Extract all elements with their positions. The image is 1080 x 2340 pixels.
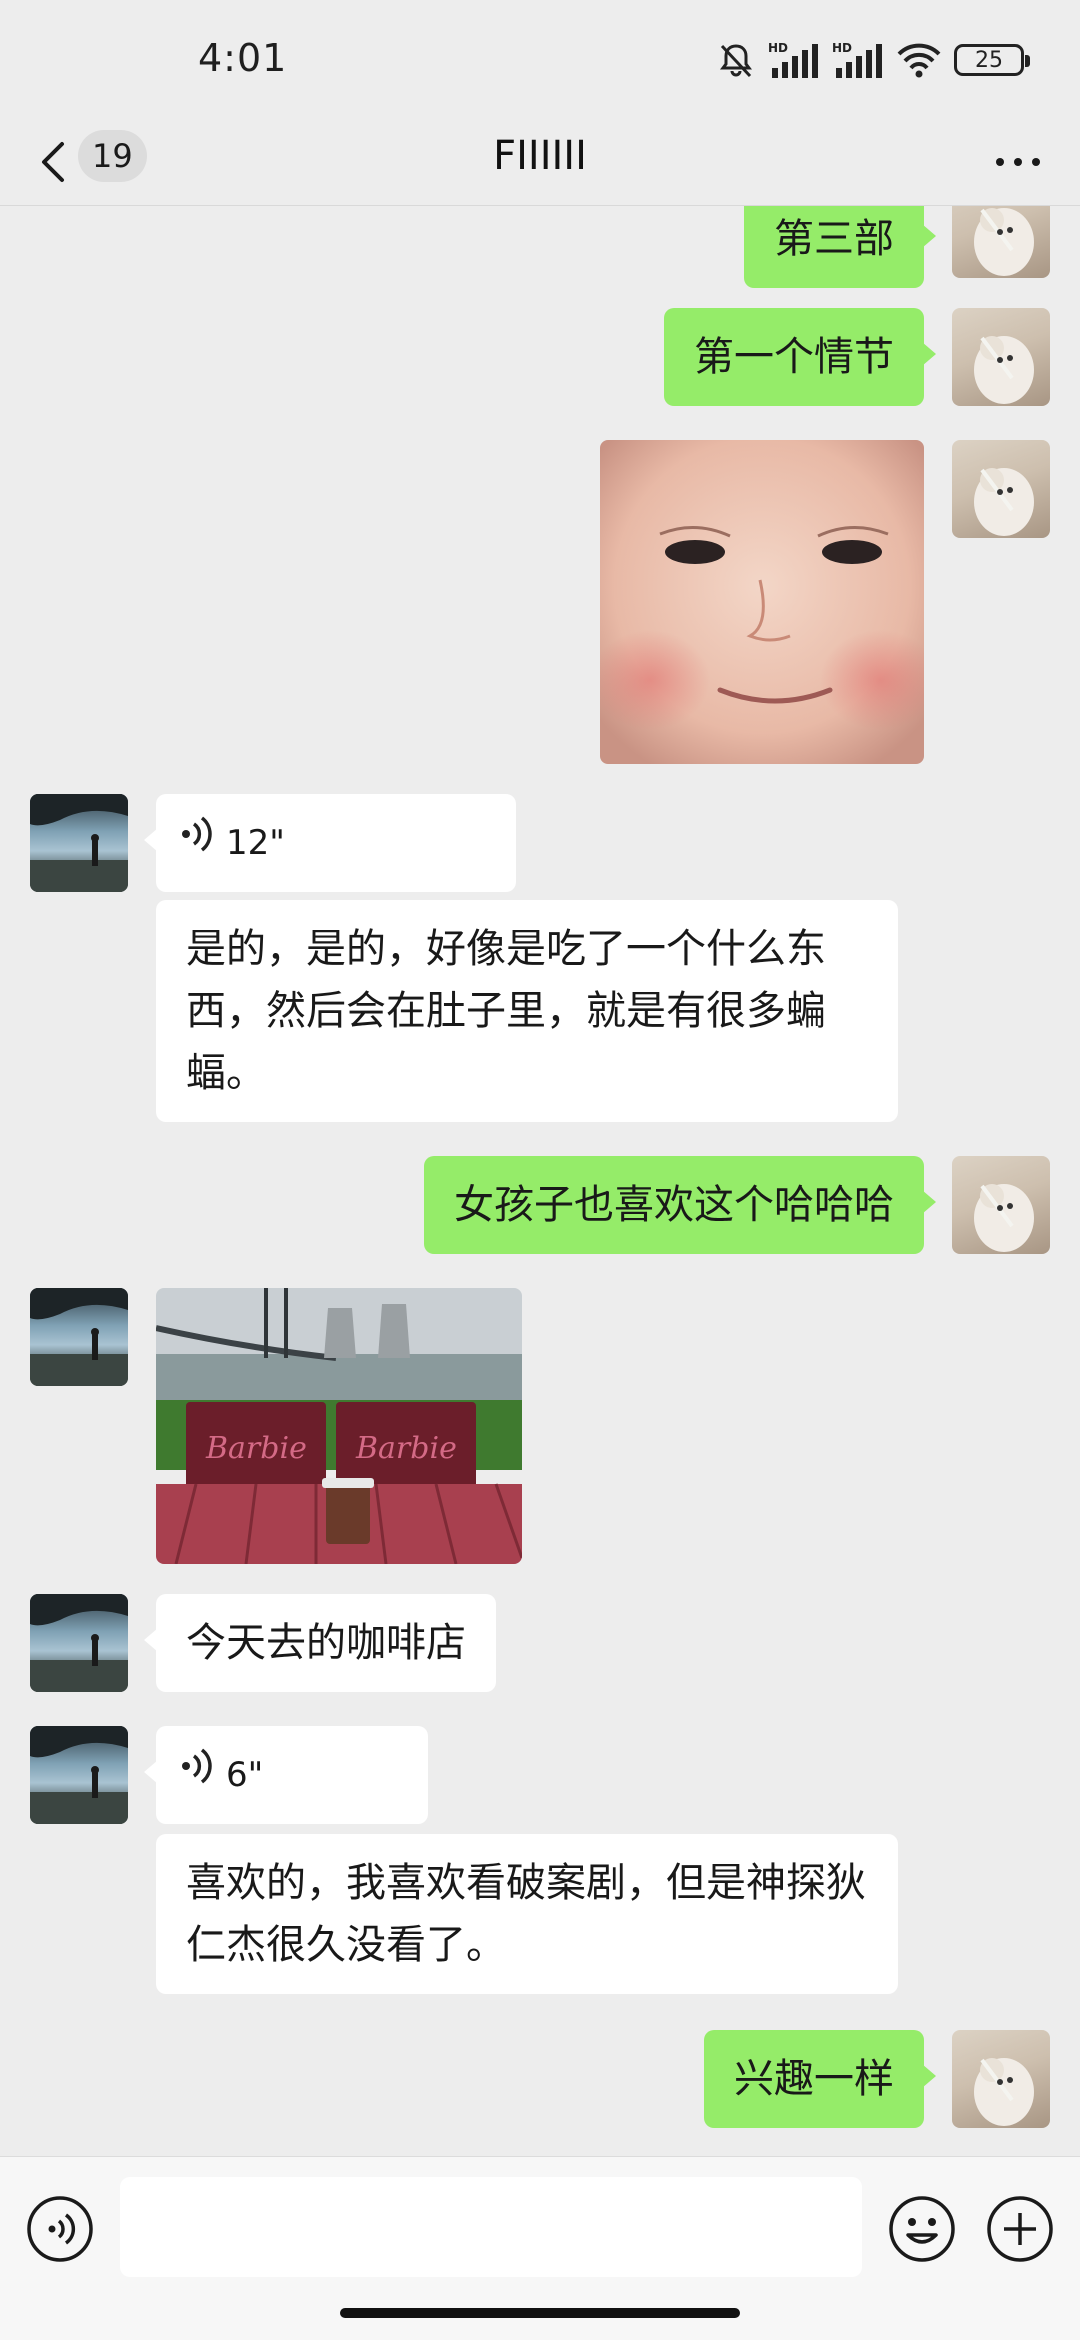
avatar[interactable] xyxy=(30,1288,128,1386)
wifi-icon xyxy=(896,40,942,80)
message-text: 兴趣一样 xyxy=(734,2056,894,2102)
hd-signal-icon: HD xyxy=(832,40,884,80)
voice-message[interactable]: 6" xyxy=(144,1726,428,1824)
chat-header: 19 FIIIIII xyxy=(0,118,1080,206)
back-icon[interactable] xyxy=(34,128,74,192)
message-text: 女孩子也喜欢这个哈哈哈 xyxy=(454,1182,894,1228)
status-time: 4:01 xyxy=(198,36,288,80)
cafe-photo[interactable]: Barbie Barbie xyxy=(156,1288,522,1564)
voice-duration: 6" xyxy=(226,1755,264,1795)
status-bar: 4:01 HD HD 25 xyxy=(0,0,1080,118)
message-bubble-sent[interactable]: 女孩子也喜欢这个哈哈哈 xyxy=(424,1156,936,1254)
unread-count-badge[interactable]: 19 xyxy=(78,130,147,182)
status-icons: HD HD 25 xyxy=(716,36,1030,84)
message-bubble-received[interactable]: 是的，是的，好像是吃了一个什么东西，然后会在肚子里，就是有很多蝙蝠。 xyxy=(156,900,898,1122)
avatar[interactable] xyxy=(952,440,1050,538)
svg-text:Barbie: Barbie xyxy=(355,1431,457,1466)
voice-icon xyxy=(180,1744,214,1806)
chat-title: FIIIIII xyxy=(493,133,587,179)
message-input[interactable] xyxy=(120,2177,862,2277)
avatar[interactable] xyxy=(952,308,1050,406)
home-indicator[interactable] xyxy=(340,2308,740,2318)
message-text: 第一个情节 xyxy=(694,334,894,380)
message-text: 今天去的咖啡店 xyxy=(186,1620,466,1666)
message-bubble-sent[interactable]: 兴趣一样 xyxy=(704,2030,936,2128)
voice-message[interactable]: 12" xyxy=(144,794,516,892)
hd-signal-icon: HD xyxy=(768,40,820,80)
voice-duration: 12" xyxy=(226,823,285,863)
message-bubble-sent[interactable]: 第三部 xyxy=(744,206,936,288)
message-list[interactable]: 第三部 第一个情节 12" 是的，是的，好像是吃了一个什么东西，然后会在肚子里，… xyxy=(0,206,1080,2156)
plus-icon[interactable] xyxy=(986,2195,1054,2267)
message-bubble-sent[interactable]: 第一个情节 xyxy=(664,308,936,406)
avatar[interactable] xyxy=(952,2030,1050,2128)
avatar[interactable] xyxy=(30,1726,128,1824)
svg-text:Barbie: Barbie xyxy=(205,1431,307,1466)
battery-icon: 25 xyxy=(954,44,1030,76)
more-icon[interactable] xyxy=(988,132,1048,182)
voice-icon xyxy=(180,812,214,874)
svg-text:HD: HD xyxy=(832,41,852,55)
mute-icon xyxy=(716,40,756,80)
baby-face-sticker[interactable] xyxy=(600,440,924,764)
avatar[interactable] xyxy=(30,794,128,892)
message-text: 是的，是的，好像是吃了一个什么东西，然后会在肚子里，就是有很多蝙蝠。 xyxy=(186,926,826,1096)
svg-text:HD: HD xyxy=(768,41,788,55)
message-bubble-received[interactable]: 今天去的咖啡店 xyxy=(144,1594,496,1692)
voice-input-icon[interactable] xyxy=(26,2195,94,2267)
message-text: 喜欢的，我喜欢看破案剧，但是神探狄仁杰很久没看了。 xyxy=(186,1860,866,1968)
avatar[interactable] xyxy=(952,206,1050,278)
avatar[interactable] xyxy=(952,1156,1050,1254)
message-text: 第三部 xyxy=(774,216,894,262)
avatar[interactable] xyxy=(30,1594,128,1692)
message-bubble-received[interactable]: 喜欢的，我喜欢看破案剧，但是神探狄仁杰很久没看了。 xyxy=(156,1834,898,1994)
emoji-icon[interactable] xyxy=(888,2195,956,2267)
